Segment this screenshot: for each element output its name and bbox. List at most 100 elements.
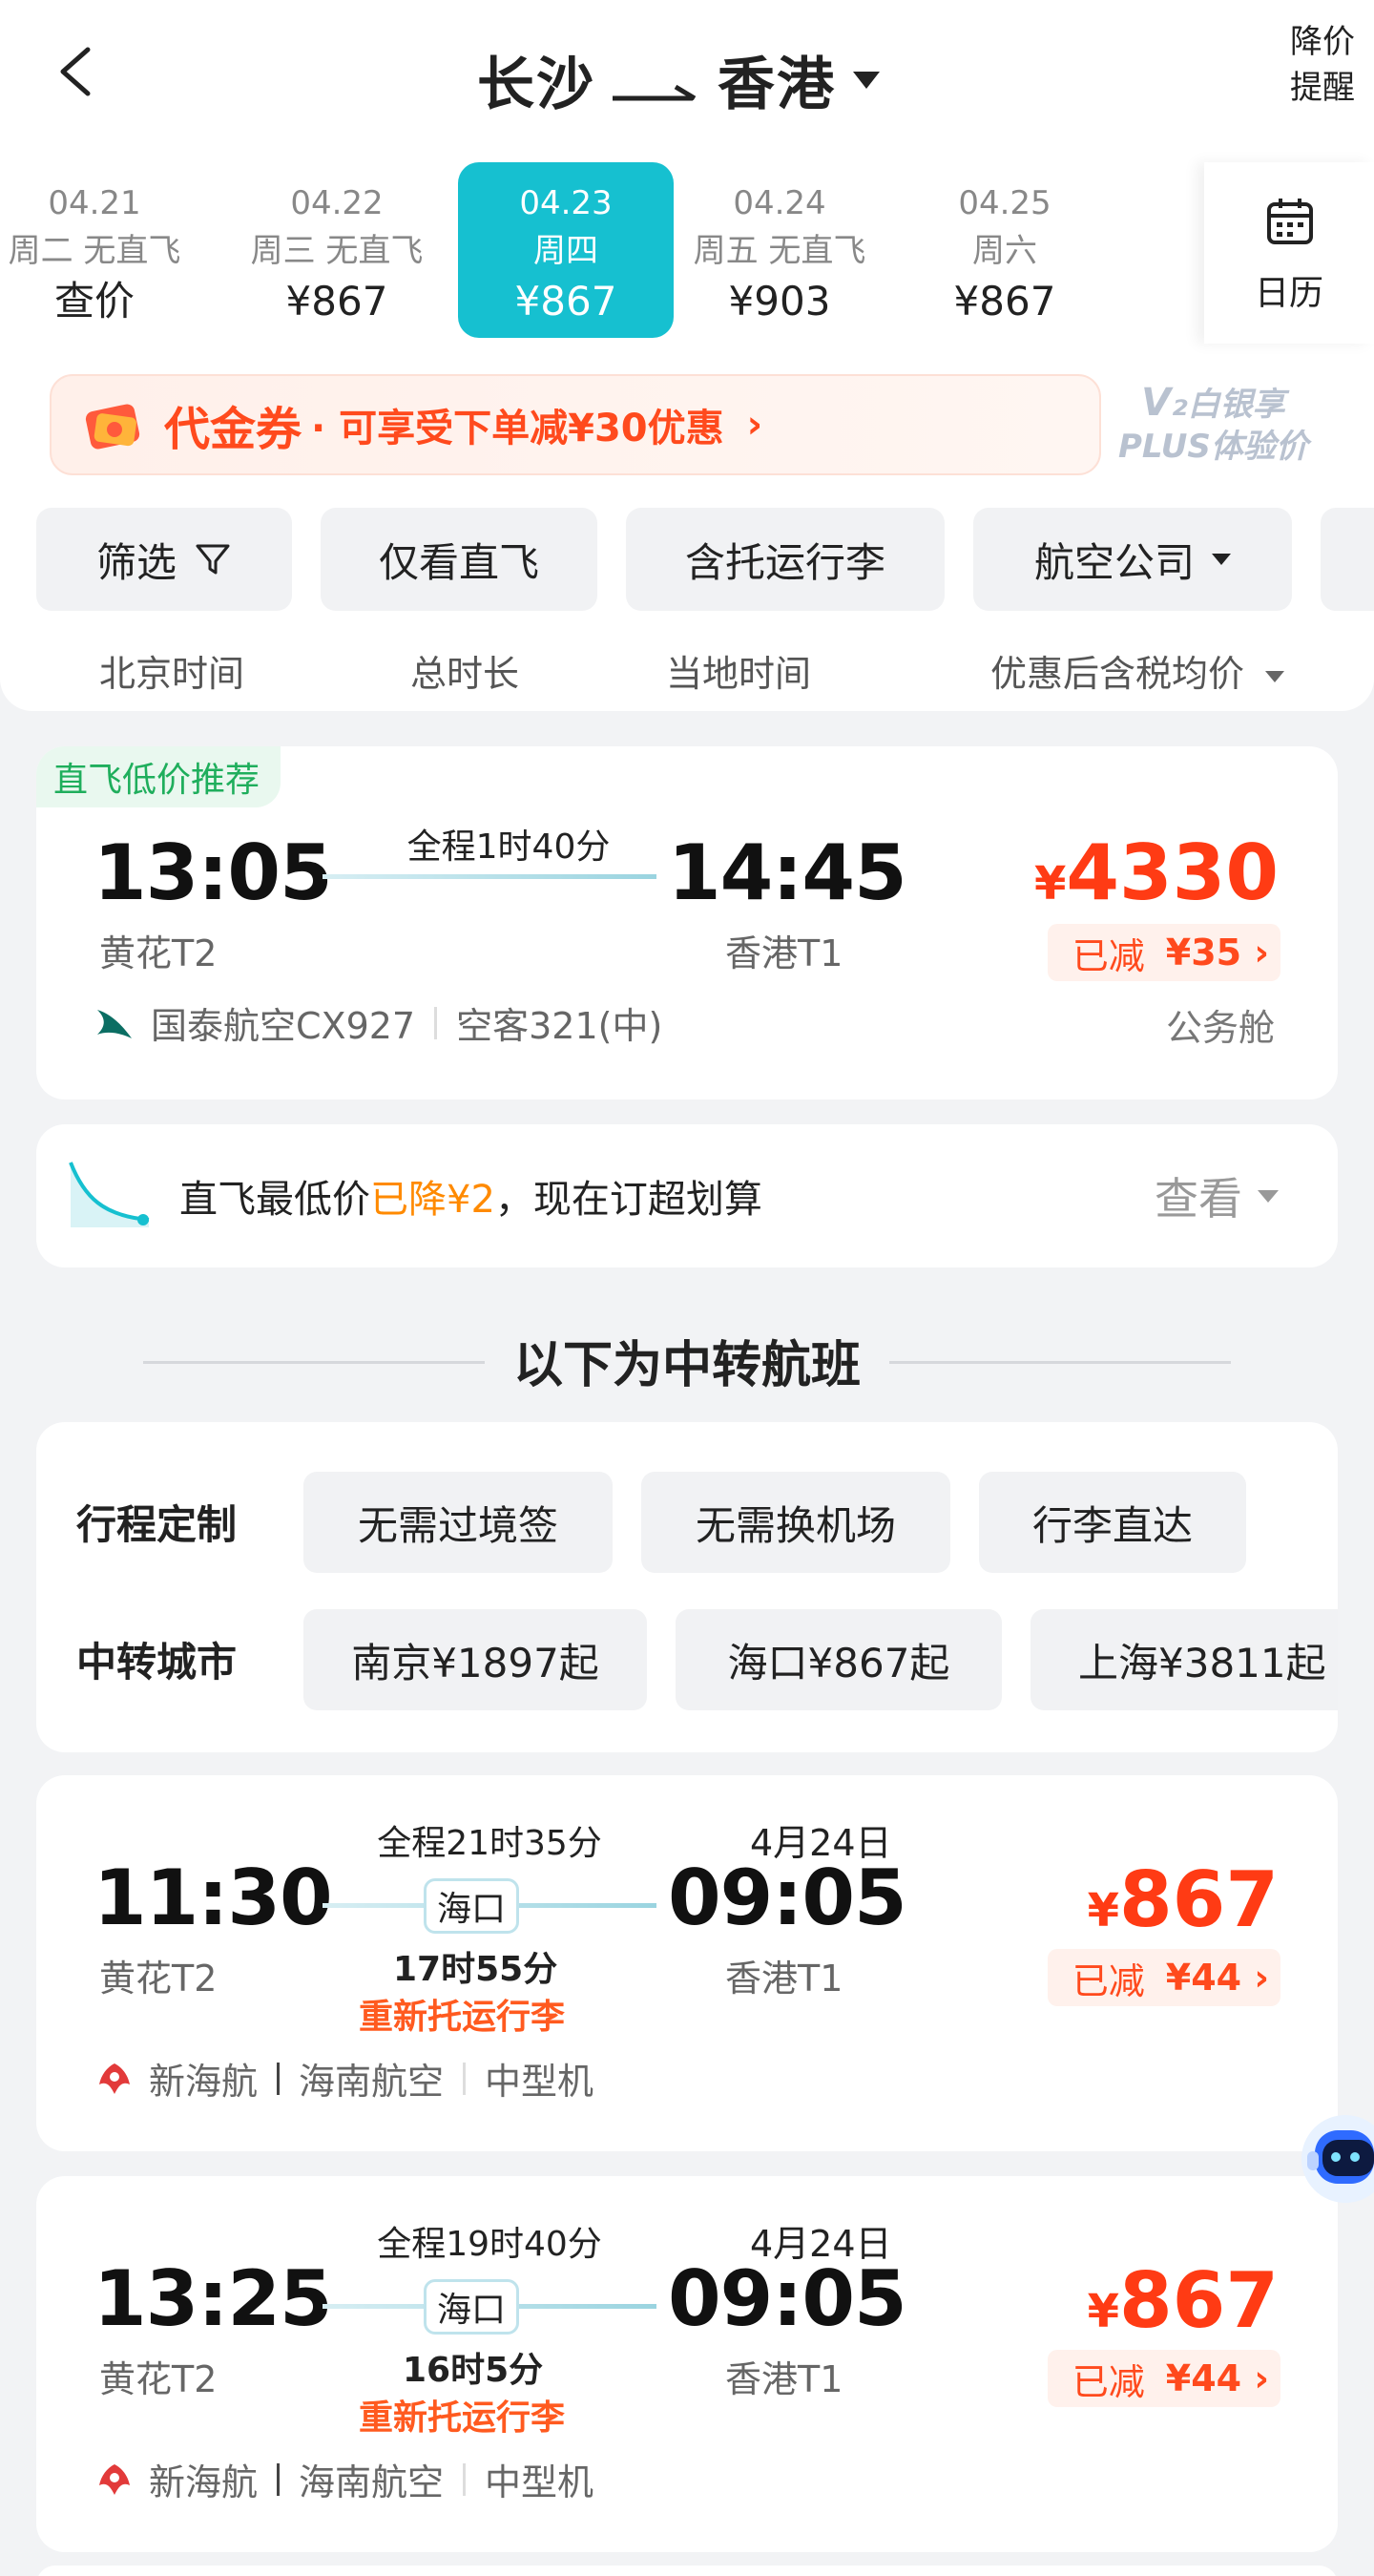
date-price: 查价 xyxy=(53,278,135,325)
caret-down-icon xyxy=(1265,670,1285,682)
divider xyxy=(463,2062,467,2095)
recheck-baggage-warning: 重新托运行李 xyxy=(359,2398,566,2438)
destination-city: 香港 xyxy=(718,52,836,118)
city-nanjing-option[interactable]: 南京¥1897起 xyxy=(303,1609,647,1710)
price-drop-text: 直飞最低价已降¥2，现在订超划算 xyxy=(179,1168,762,1224)
airline-name: 海南航空 xyxy=(299,2461,445,2503)
price-alert-button[interactable]: 降价 提醒 xyxy=(1290,19,1355,111)
route-selector[interactable]: 长沙 香港 xyxy=(477,38,880,121)
back-arrow-icon[interactable] xyxy=(55,46,97,97)
stopover-duration: 16时5分 xyxy=(403,2351,544,2390)
filter-button[interactable]: 筛选 xyxy=(36,508,292,611)
same-airport-option[interactable]: 无需换机场 xyxy=(641,1472,950,1573)
discount-badge[interactable]: 已减 ¥35 › xyxy=(1047,924,1280,981)
date-label: 04.22 xyxy=(290,184,384,222)
transfer-flight-card[interactable]: 13:25 黄花T2 全程19时40分 海口 16时5分 重新托运行李 4月24… xyxy=(36,2176,1338,2552)
baggage-through-option[interactable]: 行李直达 xyxy=(979,1472,1246,1573)
sort-beijing-time[interactable]: 北京时间 xyxy=(99,644,244,697)
coupon-banner[interactable]: 代金券 · 可享受下单减¥30优惠 › xyxy=(50,374,1101,475)
discount-label: 已减 xyxy=(1072,1959,1145,2002)
departure-time: 13:05 xyxy=(94,828,333,917)
no-transit-visa-option[interactable]: 无需过境签 xyxy=(303,1472,613,1573)
date-item[interactable]: 04.24 周五 无直飞 ¥903 xyxy=(672,162,887,338)
calendar-label: 日历 xyxy=(1254,274,1323,313)
cathay-logo-icon xyxy=(97,1009,132,1038)
transfer-city-label: 中转城市 xyxy=(76,1639,238,1686)
date-label: 04.25 xyxy=(958,184,1051,222)
v2-logo-icon: V₂ xyxy=(1141,381,1188,425)
date-item[interactable]: 04.25 周六 ¥867 xyxy=(897,162,1113,338)
aircraft-type: 中型机 xyxy=(485,2061,594,2103)
more-chip[interactable] xyxy=(1321,508,1374,611)
assistant-robot-icon[interactable] xyxy=(1296,2098,1374,2222)
coupon-icon xyxy=(85,404,140,450)
price-alert-line2: 提醒 xyxy=(1290,69,1355,107)
divider xyxy=(463,2462,467,2496)
direct-recommend-tag: 直飞低价推荐 xyxy=(36,746,281,807)
price-trend-icon xyxy=(69,1162,150,1227)
chip-label: 仅看直飞 xyxy=(378,538,539,586)
aircraft-type: 空客321(中) xyxy=(456,1005,663,1047)
recheck-baggage-warning: 重新托运行李 xyxy=(359,1998,566,2037)
coupon-desc: · 可享受下单减¥30优惠 xyxy=(311,407,724,450)
direct-flight-card[interactable]: 直飞低价推荐 13:05 黄花T2 全程1时40分 14:45 香港T1 ¥43… xyxy=(36,746,1338,1100)
transfer-flight-card[interactable]: 11:30 黄花T2 全程21时35分 海口 17时55分 重新托运行李 4月2… xyxy=(36,1775,1338,2151)
flight-price: ¥4330 xyxy=(1034,828,1279,917)
discount-label: 已减 xyxy=(1072,2360,1145,2403)
date-label: 04.21 xyxy=(48,184,141,222)
date-item[interactable]: 04.22 周三 无直飞 ¥867 xyxy=(229,162,445,338)
header-panel: 长沙 香港 降价 提醒 04.21 周二 无直飞 查价 04.22 周三 无直飞… xyxy=(0,0,1374,711)
sort-duration[interactable]: 总时长 xyxy=(410,644,519,697)
aircraft-type: 中型机 xyxy=(485,2461,594,2503)
chip-label: 含托运行李 xyxy=(684,538,885,586)
currency-symbol: ¥ xyxy=(1033,857,1067,911)
flight-duration: 全程1时40分 xyxy=(406,827,611,867)
airline-flight-no: 国泰航空CX927 xyxy=(151,1005,416,1047)
price-drop-prefix: 直飞最低价 xyxy=(179,1178,370,1222)
caret-down-icon xyxy=(853,71,880,89)
hainan-airlines-logo-icon xyxy=(99,2463,130,2495)
calendar-icon xyxy=(1267,199,1313,244)
date-label: 04.23 xyxy=(519,184,613,222)
calendar-button[interactable]: 日历 xyxy=(1204,162,1374,344)
date-price: ¥867 xyxy=(285,278,388,325)
option-label: 南京¥1897起 xyxy=(351,1639,599,1686)
route-line xyxy=(323,874,656,879)
discount-badge[interactable]: 已减 ¥44 › xyxy=(1047,1949,1280,2006)
view-button[interactable]: 查看 xyxy=(1155,1164,1279,1227)
date-item[interactable]: 04.21 周二 无直飞 查价 xyxy=(0,162,202,338)
transfer-flight-card-partial[interactable] xyxy=(36,2566,1338,2576)
direct-only-chip[interactable]: 仅看直飞 xyxy=(321,508,597,611)
departure-airport: 黄花T2 xyxy=(99,2358,218,2400)
arrival-airport: 香港T1 xyxy=(725,932,843,974)
arrival-airport: 香港T1 xyxy=(725,1958,843,2000)
price-drop-amount: 已降¥2 xyxy=(370,1178,495,1222)
option-label: 无需过境签 xyxy=(357,1501,558,1549)
stopover-duration: 17时55分 xyxy=(393,1950,558,1989)
price-drop-card[interactable]: 直飞最低价已降¥2，现在订超划算 查看 xyxy=(36,1124,1338,1267)
price-alert-line1: 降价 xyxy=(1290,23,1355,61)
sort-local-time[interactable]: 当地时间 xyxy=(666,644,811,697)
date-info: 周五 无直飞 xyxy=(693,232,866,270)
hainan-airlines-logo-icon xyxy=(99,2063,130,2094)
price-value: 867 xyxy=(1119,2256,1279,2345)
date-info: 周四 xyxy=(533,232,598,270)
flight-duration: 全程21时35分 xyxy=(377,1824,602,1863)
departure-time: 13:25 xyxy=(94,2254,333,2343)
city-haikou-option[interactable]: 海口¥867起 xyxy=(676,1609,1002,1710)
discount-badge[interactable]: 已减 ¥44 › xyxy=(1047,2350,1280,2407)
city-shanghai-option[interactable]: 上海¥3811起 xyxy=(1030,1609,1338,1710)
transfer-customize-card: 行程定制 无需过境签 无需换机场 行李直达 中转城市 南京¥1897起 海口¥8… xyxy=(36,1422,1338,1752)
filter-label: 筛选 xyxy=(95,538,177,586)
checked-baggage-chip[interactable]: 含托运行李 xyxy=(626,508,945,611)
departure-time: 11:30 xyxy=(94,1853,333,1942)
sort-price[interactable]: 优惠后含税均价 xyxy=(990,644,1285,697)
discount-amount: ¥35 › xyxy=(1165,932,1269,974)
airline-chip[interactable]: 航空公司 xyxy=(973,508,1292,611)
caret-down-icon xyxy=(1258,1189,1279,1203)
divider xyxy=(277,2062,281,2095)
stopover-city: 海口 xyxy=(424,1878,519,1934)
date-item-selected[interactable]: 04.23 周四 ¥867 xyxy=(458,162,674,338)
discount-label: 已减 xyxy=(1072,934,1145,977)
date-label: 04.24 xyxy=(733,184,826,222)
